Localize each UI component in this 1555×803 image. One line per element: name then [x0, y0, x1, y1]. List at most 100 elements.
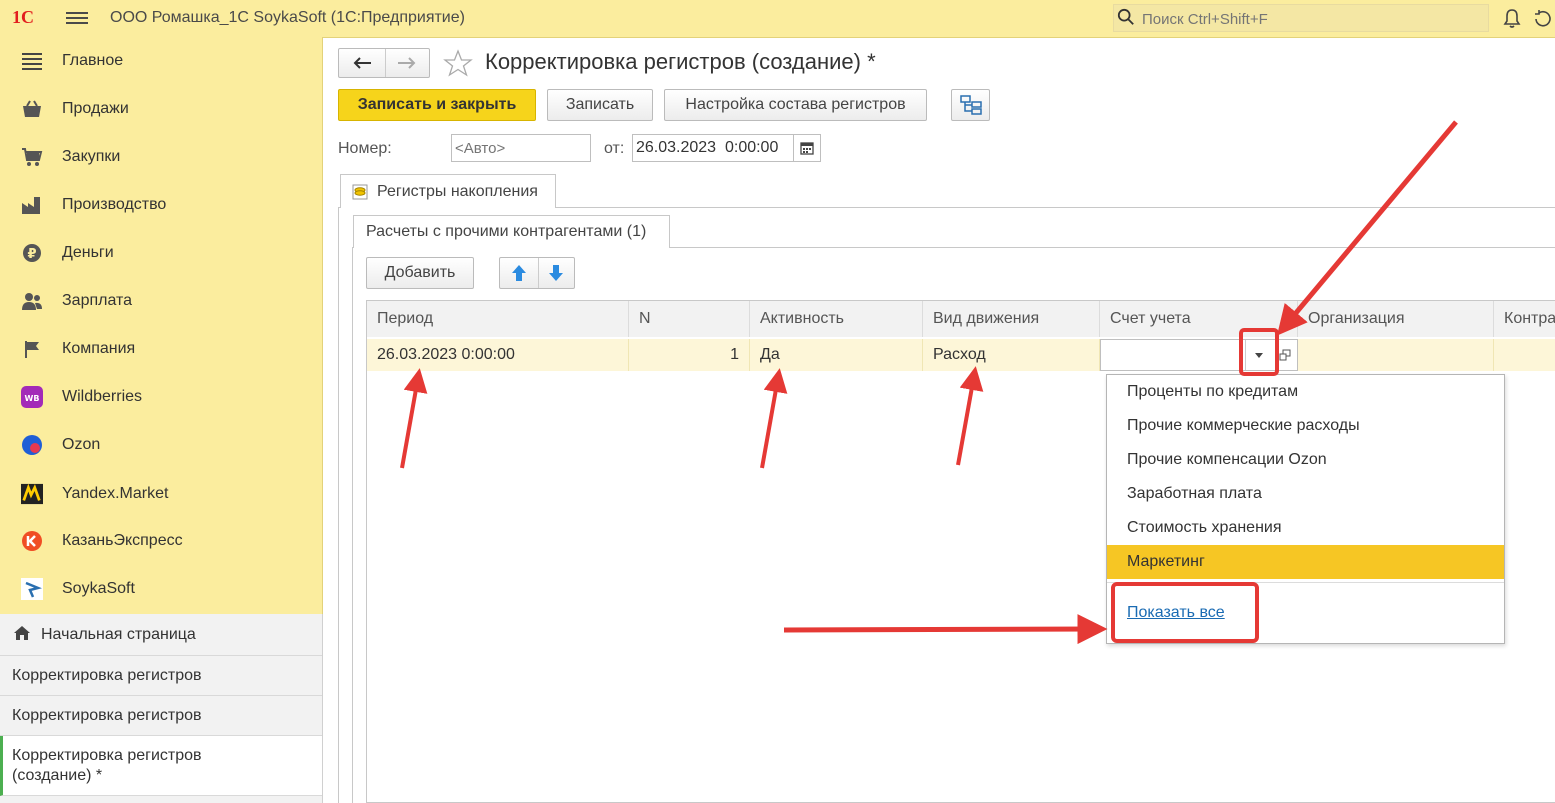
sidebar-item-company[interactable]: Компания [0, 329, 322, 369]
tab-label: Регистры накопления [377, 182, 538, 200]
sidebar-item-label: Wildberries [62, 388, 143, 405]
open-item-label: Корректировка регистров [12, 667, 202, 684]
cell-account-editor[interactable] [1100, 339, 1298, 371]
save-button[interactable]: Записать [547, 89, 653, 121]
back-arrow-icon[interactable] [339, 49, 386, 77]
account-dropdown-list: Проценты по кредитам Прочие коммерческие… [1106, 374, 1505, 644]
number-label: Номер: [338, 140, 392, 157]
save-and-close-button[interactable]: Записать и закрыть [338, 89, 536, 121]
dropdown-option[interactable]: Стоимость хранения [1107, 511, 1504, 545]
kazanexpress-logo-icon [21, 530, 43, 552]
favorite-star-icon[interactable] [443, 49, 473, 77]
sidebar-item-production[interactable]: Производство [0, 185, 322, 225]
open-item-window[interactable]: Корректировка регистров [0, 696, 322, 736]
search-icon [1117, 8, 1134, 25]
svg-text:₽: ₽ [27, 247, 36, 262]
main-menu-icon[interactable] [66, 9, 88, 27]
sidebar-item-label: SoykaSoft [62, 580, 135, 597]
sidebar-item-label: Главное [62, 52, 124, 69]
coins-icon [352, 184, 368, 200]
sidebar-item-sales[interactable]: Продажи [0, 89, 322, 129]
cell-movement[interactable]: Расход [923, 339, 1100, 371]
ruble-icon: ₽ [21, 242, 43, 264]
registers-setup-button[interactable]: Настройка состава регистров [664, 89, 927, 121]
dropdown-option[interactable]: Заработная плата [1107, 477, 1504, 511]
people-icon [21, 290, 43, 312]
home-icon [14, 626, 30, 640]
column-header-n[interactable]: N [629, 301, 750, 337]
dropdown-option-selected[interactable]: Маркетинг [1107, 545, 1504, 579]
sidebar-item-label: Ozon [62, 436, 101, 453]
bell-icon[interactable] [1500, 7, 1524, 31]
menu-lines-icon [21, 50, 43, 72]
dropdown-option[interactable]: Прочие компенсации Ozon [1107, 443, 1504, 477]
basket-icon [21, 98, 43, 120]
1c-logo: 1С [12, 7, 34, 27]
date-field[interactable]: 26.03.2023 0:00:00 [632, 134, 821, 162]
tab-other-counterparties[interactable]: Расчеты с прочими контрагентами (1) [353, 215, 670, 248]
add-button[interactable]: Добавить [366, 257, 474, 289]
move-down-icon[interactable] [538, 258, 574, 288]
ozon-logo-icon [21, 434, 43, 456]
flag-icon [21, 338, 43, 360]
cell-n[interactable]: 1 [629, 339, 750, 371]
form-title: Корректировка регистров (создание) * [485, 49, 876, 74]
date-value: 26.03.2023 0:00:00 [636, 139, 779, 156]
column-header-counterparty[interactable]: Контра [1494, 301, 1555, 337]
search-input[interactable] [1140, 8, 1474, 30]
sidebar-item-main[interactable]: Главное [0, 41, 322, 81]
sidebar-item-purchases[interactable]: Закупки [0, 137, 322, 177]
cell-activity[interactable]: Да [750, 339, 923, 371]
dropdown-option[interactable]: Проценты по кредитам [1107, 375, 1504, 409]
open-item-label: Корректировка регистров (создание) * [12, 747, 202, 784]
sections-panel: Главное Продажи Закупки Производство ₽ Д… [0, 37, 323, 614]
cell-counterparty[interactable] [1494, 339, 1555, 371]
column-header-movement[interactable]: Вид движения [923, 301, 1100, 337]
sidebar-item-soykasoft[interactable]: SoykaSoft [0, 569, 322, 609]
tab-accumulation-registers[interactable]: Регистры накопления [340, 174, 556, 208]
open-windows-panel: Начальная страница Корректировка регистр… [0, 614, 323, 803]
sidebar-item-label: Производство [62, 196, 167, 213]
sidebar-item-yandex-market[interactable]: Yandex.Market [0, 474, 322, 514]
open-item-home[interactable]: Начальная страница [0, 614, 322, 656]
move-up-icon[interactable] [500, 258, 539, 288]
sidebar-item-ozon[interactable]: Ozon [0, 425, 322, 465]
move-buttons [499, 257, 575, 289]
date-label: от: [604, 140, 625, 157]
sidebar-item-kazanexpress[interactable]: КазаньЭкспресс [0, 521, 322, 561]
dropdown-option[interactable]: Прочие коммерческие расходы [1107, 409, 1504, 443]
app-title: ООО Ромашка_1С SoykaSoft (1С:Предприятие… [110, 9, 465, 26]
cell-period[interactable]: 26.03.2023 0:00:00 [367, 339, 629, 371]
column-header-activity[interactable]: Активность [750, 301, 923, 337]
soykasoft-logo-icon [21, 578, 43, 600]
sidebar-item-label: Закупки [62, 148, 121, 165]
wildberries-logo-icon: WB [21, 386, 43, 408]
number-field[interactable] [451, 134, 591, 162]
column-header-account[interactable]: Счет учета [1100, 301, 1298, 337]
column-header-period[interactable]: Период [367, 301, 629, 337]
column-header-organization[interactable]: Организация [1298, 301, 1494, 337]
open-item-window-active[interactable]: Корректировка регистров (создание) * [0, 736, 322, 796]
sidebar-item-money[interactable]: ₽ Деньги [0, 233, 322, 273]
sidebar-item-label: КазаньЭкспресс [62, 532, 183, 549]
open-item-window[interactable]: Корректировка регистров [0, 656, 322, 696]
cell-organization[interactable] [1298, 339, 1494, 371]
global-search[interactable] [1113, 4, 1489, 32]
forward-arrow-icon[interactable] [385, 49, 429, 77]
sidebar-item-wildberries[interactable]: WB Wildberries [0, 377, 322, 417]
nav-buttons [338, 48, 430, 78]
open-form-icon[interactable] [1272, 340, 1297, 370]
cart-icon [21, 146, 43, 168]
history-icon[interactable] [1531, 7, 1555, 31]
factory-icon [21, 194, 43, 216]
table-row[interactable]: 26.03.2023 0:00:00 1 Да Расход [367, 339, 1555, 371]
sidebar-item-label: Зарплата [62, 292, 133, 309]
sidebar-item-label: Деньги [62, 244, 114, 261]
top-bar: 1С ООО Ромашка_1С SoykaSoft (1С:Предприя… [0, 0, 1555, 38]
show-all-link[interactable]: Показать все [1107, 596, 1504, 630]
calendar-icon[interactable] [793, 135, 820, 161]
open-item-label: Корректировка регистров [12, 707, 202, 724]
dropdown-arrow-icon[interactable] [1245, 340, 1272, 370]
structure-button[interactable] [951, 89, 990, 121]
sidebar-item-salary[interactable]: Зарплата [0, 281, 322, 321]
